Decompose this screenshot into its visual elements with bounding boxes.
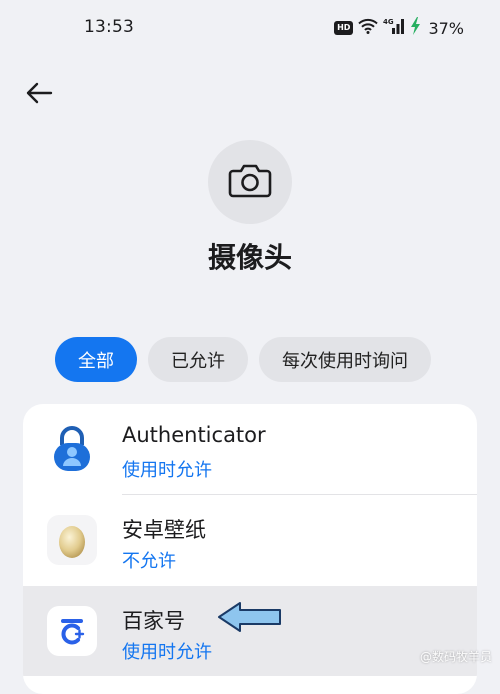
app-name: 安卓壁纸 <box>122 518 206 542</box>
authenticator-lock-icon <box>47 424 97 474</box>
filter-tabs: 全部 已允许 每次使用时询问 <box>55 337 431 382</box>
signal-icon: 4G <box>383 17 405 39</box>
status-bar: 13:53 HD 4G 37% <box>0 0 500 56</box>
status-icons: HD 4G 37% <box>334 17 464 39</box>
app-row-android-wallpaper[interactable]: 安卓壁纸 不允许 <box>23 495 477 585</box>
app-name: Authenticator <box>122 423 266 447</box>
filter-all[interactable]: 全部 <box>55 337 137 382</box>
hd-badge: HD <box>334 21 354 35</box>
app-name: 百家号 <box>122 609 185 633</box>
back-button[interactable] <box>22 80 56 110</box>
status-time: 13:53 <box>84 17 134 37</box>
baijiahao-icon <box>47 606 97 656</box>
app-list: Authenticator 使用时允许 安卓壁纸 不允许 百家号 使用时允许 <box>23 404 477 694</box>
app-permission-status: 使用时允许 <box>122 460 212 481</box>
filter-ask-every-time[interactable]: 每次使用时询问 <box>259 337 431 382</box>
battery-percentage: 37% <box>428 18 464 38</box>
filter-allowed[interactable]: 已允许 <box>148 337 248 382</box>
pointer-arrow-icon <box>216 600 284 638</box>
charging-bolt-icon <box>410 17 421 39</box>
app-permission-status: 不允许 <box>122 551 176 572</box>
svg-text:4G: 4G <box>383 18 394 26</box>
arrow-left-icon <box>25 82 53 108</box>
camera-icon <box>228 162 272 202</box>
page-title: 摄像头 <box>207 241 292 274</box>
watermark: @数码牧羊员 <box>419 650 492 664</box>
camera-icon-circle <box>208 140 292 224</box>
app-permission-status: 使用时允许 <box>122 642 212 663</box>
egg-wallpaper-icon <box>47 515 97 565</box>
wifi-icon <box>358 18 379 38</box>
app-row-authenticator[interactable]: Authenticator 使用时允许 <box>23 404 477 494</box>
